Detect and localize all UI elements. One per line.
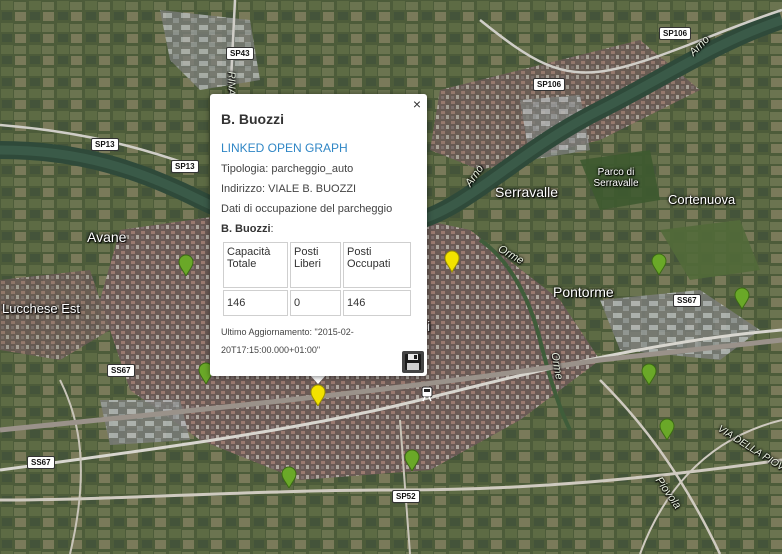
road-shield-sp52: SP52 bbox=[392, 490, 420, 503]
linked-open-graph-link[interactable]: LINKED OPEN GRAPH bbox=[221, 141, 348, 155]
road-shield-ss67-2: SS67 bbox=[107, 364, 135, 377]
header-capacita-totale: Capacità Totale bbox=[223, 242, 288, 288]
road-shield-sp106-2: SP106 bbox=[533, 78, 566, 91]
close-button[interactable]: × bbox=[413, 96, 421, 112]
value-posti-liberi: 0 bbox=[290, 290, 341, 316]
table-row: 146 0 146 bbox=[223, 290, 411, 316]
map-label-serravalle: Serravalle bbox=[495, 184, 559, 200]
parking-name-colon: : bbox=[270, 223, 274, 235]
value-posti-occupati: 146 bbox=[343, 290, 411, 316]
value-capacita-totale: 146 bbox=[223, 290, 288, 316]
parking-marker-yellow-selected[interactable] bbox=[310, 384, 326, 406]
road-shield-sp13-2: SP13 bbox=[171, 160, 199, 173]
train-station-icon bbox=[421, 386, 433, 402]
road-shield-ss67-3: SS67 bbox=[27, 456, 55, 469]
road-shield-ss67: SS67 bbox=[673, 294, 701, 307]
header-posti-occupati: Posti Occupati bbox=[343, 242, 411, 288]
map-label-avane: Avane bbox=[87, 229, 127, 245]
occupancy-table: Capacità Totale Posti Liberi Posti Occup… bbox=[221, 240, 413, 318]
table-header-row: Capacità Totale Posti Liberi Posti Occup… bbox=[223, 242, 411, 288]
parking-marker-green[interactable] bbox=[178, 254, 194, 276]
parking-name-line: B. Buozzi: bbox=[221, 223, 274, 235]
last-update-text: Ultimo Aggiornamento: "2015-02-20T17:15:… bbox=[221, 327, 354, 355]
parking-marker-green[interactable] bbox=[404, 449, 420, 471]
parking-marker-green[interactable] bbox=[641, 363, 657, 385]
tipologia-text: Tipologia: parcheggio_auto bbox=[221, 163, 354, 175]
save-icon[interactable] bbox=[402, 351, 424, 373]
map-label-rina: RINA bbox=[225, 71, 237, 96]
parking-marker-green[interactable] bbox=[281, 466, 297, 488]
parking-marker-yellow[interactable] bbox=[444, 249, 460, 273]
map-label-parco-serravalle: Parco di Serravalle bbox=[593, 167, 639, 189]
parking-info-popup: × B. Buozzi LINKED OPEN GRAPH Tipologia:… bbox=[210, 94, 427, 376]
road-shield-sp106: SP106 bbox=[659, 27, 692, 40]
map-label-cortenuova: Cortenuova bbox=[668, 192, 736, 207]
popup-tip bbox=[310, 375, 326, 384]
road-shield-sp43: SP43 bbox=[226, 47, 254, 60]
map-label-fragment: i bbox=[427, 318, 431, 334]
header-posti-liberi: Posti Liberi bbox=[290, 242, 341, 288]
road-shield-sp13: SP13 bbox=[91, 138, 119, 151]
parking-marker-green[interactable] bbox=[734, 287, 750, 309]
indirizzo-text: Indirizzo: VIALE B. BUOZZI bbox=[221, 183, 357, 195]
map-label-pontorme: Pontorme bbox=[553, 284, 614, 300]
map-label-lucchese-est: Lucchese Est bbox=[2, 301, 81, 316]
popup-title: B. Buozzi bbox=[221, 111, 284, 127]
parking-name: B. Buozzi bbox=[221, 223, 271, 235]
parking-marker-green[interactable] bbox=[651, 253, 667, 275]
parking-marker-green[interactable] bbox=[659, 418, 675, 440]
dati-occupazione-text: Dati di occupazione del parcheggio bbox=[221, 203, 393, 215]
